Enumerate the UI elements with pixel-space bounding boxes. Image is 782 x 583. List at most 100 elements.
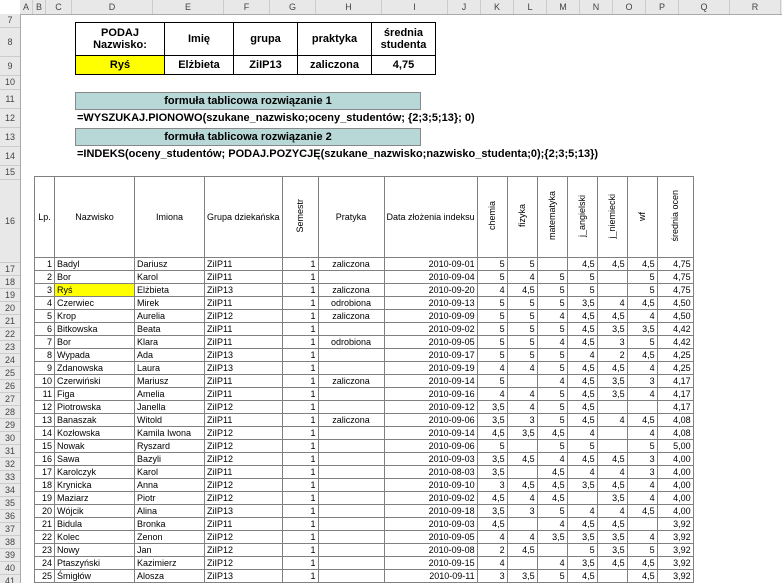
cell[interactable]: 3,5: [477, 505, 507, 518]
cell[interactable]: zaliczona: [318, 375, 384, 388]
cell[interactable]: 4: [597, 297, 627, 310]
cell[interactable]: 5: [477, 349, 507, 362]
cell[interactable]: 2010-09-17: [384, 349, 477, 362]
cell[interactable]: Czerwiec: [55, 297, 135, 310]
cell[interactable]: 4,5: [567, 336, 597, 349]
col-F[interactable]: F: [224, 0, 270, 14]
cell[interactable]: 3,5: [627, 323, 657, 336]
cell[interactable]: 1: [282, 570, 318, 583]
cell[interactable]: 4: [537, 375, 567, 388]
cell[interactable]: 12: [35, 401, 55, 414]
col-D[interactable]: D: [72, 0, 153, 14]
cell[interactable]: 3,5: [567, 479, 597, 492]
cell[interactable]: 5: [537, 570, 567, 583]
cell[interactable]: 1: [282, 401, 318, 414]
cell[interactable]: [507, 375, 537, 388]
cell[interactable]: 10: [35, 375, 55, 388]
cell[interactable]: 8: [35, 349, 55, 362]
cell[interactable]: [318, 544, 384, 557]
cell[interactable]: 5: [477, 375, 507, 388]
cell[interactable]: [318, 505, 384, 518]
cell[interactable]: 5: [537, 284, 567, 297]
cell[interactable]: [318, 427, 384, 440]
cell[interactable]: [318, 570, 384, 583]
col-Q[interactable]: Q: [679, 0, 730, 14]
cell[interactable]: Karol: [135, 271, 205, 284]
cell[interactable]: 5: [477, 336, 507, 349]
col-I[interactable]: I: [382, 0, 448, 14]
cell[interactable]: 2010-09-10: [384, 479, 477, 492]
cell[interactable]: 2010-09-04: [384, 271, 477, 284]
cell[interactable]: ZiIP11: [205, 414, 283, 427]
cell[interactable]: 4: [537, 310, 567, 323]
col-E[interactable]: E: [153, 0, 224, 14]
cell[interactable]: Kazimierz: [135, 557, 205, 570]
cell[interactable]: 3,5: [537, 531, 567, 544]
cell[interactable]: ZiIP12: [205, 401, 283, 414]
cell[interactable]: Maziarz: [55, 492, 135, 505]
table-row[interactable]: 25ŚmigłówAloszaZiIP1312010-09-1133,554,5…: [35, 570, 694, 583]
cell[interactable]: ZiIP12: [205, 544, 283, 557]
cell[interactable]: 2010-09-06: [384, 414, 477, 427]
cell[interactable]: 3,5: [597, 323, 627, 336]
cell[interactable]: 5: [507, 310, 537, 323]
cell[interactable]: 1: [282, 440, 318, 453]
cell[interactable]: 4,5: [567, 310, 597, 323]
cell[interactable]: ZiIP12: [205, 492, 283, 505]
row-12[interactable]: 12: [0, 109, 20, 128]
cell[interactable]: 4,17: [657, 401, 693, 414]
cell[interactable]: 1: [282, 297, 318, 310]
row-10[interactable]: 10: [0, 76, 20, 90]
cell[interactable]: 5: [537, 388, 567, 401]
row-15[interactable]: 15: [0, 166, 20, 180]
cell[interactable]: 3,92: [657, 531, 693, 544]
col-P[interactable]: P: [646, 0, 679, 14]
cell[interactable]: [318, 388, 384, 401]
cell[interactable]: Ryszard: [135, 440, 205, 453]
th-4[interactable]: Semestr: [282, 177, 318, 258]
cell[interactable]: 4: [537, 453, 567, 466]
cell[interactable]: 4,5: [597, 258, 627, 271]
cell[interactable]: 5,00: [657, 440, 693, 453]
cell[interactable]: 4: [597, 414, 627, 427]
cell[interactable]: 4: [627, 492, 657, 505]
cell[interactable]: Nowy: [55, 544, 135, 557]
lookup-value-praktyka[interactable]: zaliczona: [298, 56, 372, 75]
row-39[interactable]: 39: [0, 549, 20, 562]
cell[interactable]: 3,5: [507, 427, 537, 440]
cell[interactable]: Badyl: [55, 258, 135, 271]
row-7[interactable]: 7: [0, 14, 20, 28]
cell[interactable]: Ada: [135, 349, 205, 362]
cell[interactable]: 5: [627, 544, 657, 557]
table-row[interactable]: 5KropAureliaZiIP121zaliczona2010-09-0955…: [35, 310, 694, 323]
cell[interactable]: 4: [627, 427, 657, 440]
cell[interactable]: 5: [507, 349, 537, 362]
table-row[interactable]: 10CzerwińskiMariuszZiIP111zaliczona2010-…: [35, 375, 694, 388]
cell[interactable]: 4,5: [537, 427, 567, 440]
cell[interactable]: Amelia: [135, 388, 205, 401]
cell[interactable]: ZiIP11: [205, 336, 283, 349]
cell[interactable]: 5: [567, 271, 597, 284]
cell[interactable]: Nowak: [55, 440, 135, 453]
cell[interactable]: Bidula: [55, 518, 135, 531]
cell[interactable]: 2010-09-01: [384, 258, 477, 271]
cell[interactable]: 5: [507, 258, 537, 271]
cell[interactable]: 4,5: [537, 466, 567, 479]
cell[interactable]: 3,5: [567, 531, 597, 544]
cell[interactable]: 4,5: [567, 401, 597, 414]
cell[interactable]: 2010-09-14: [384, 375, 477, 388]
cell[interactable]: 1: [282, 310, 318, 323]
cell[interactable]: 4: [477, 362, 507, 375]
cell[interactable]: 4,5: [567, 375, 597, 388]
cell[interactable]: Alina: [135, 505, 205, 518]
cell[interactable]: 3: [477, 570, 507, 583]
row-34[interactable]: 34: [0, 484, 20, 497]
cell[interactable]: 2010-09-13: [384, 297, 477, 310]
cell[interactable]: ZiIP13: [205, 349, 283, 362]
cell[interactable]: 1: [282, 375, 318, 388]
lookup-value-imie[interactable]: Elżbieta: [165, 56, 234, 75]
cell[interactable]: 1: [282, 557, 318, 570]
cell[interactable]: 4,5: [597, 362, 627, 375]
cell[interactable]: 1: [282, 531, 318, 544]
cell[interactable]: zaliczona: [318, 414, 384, 427]
